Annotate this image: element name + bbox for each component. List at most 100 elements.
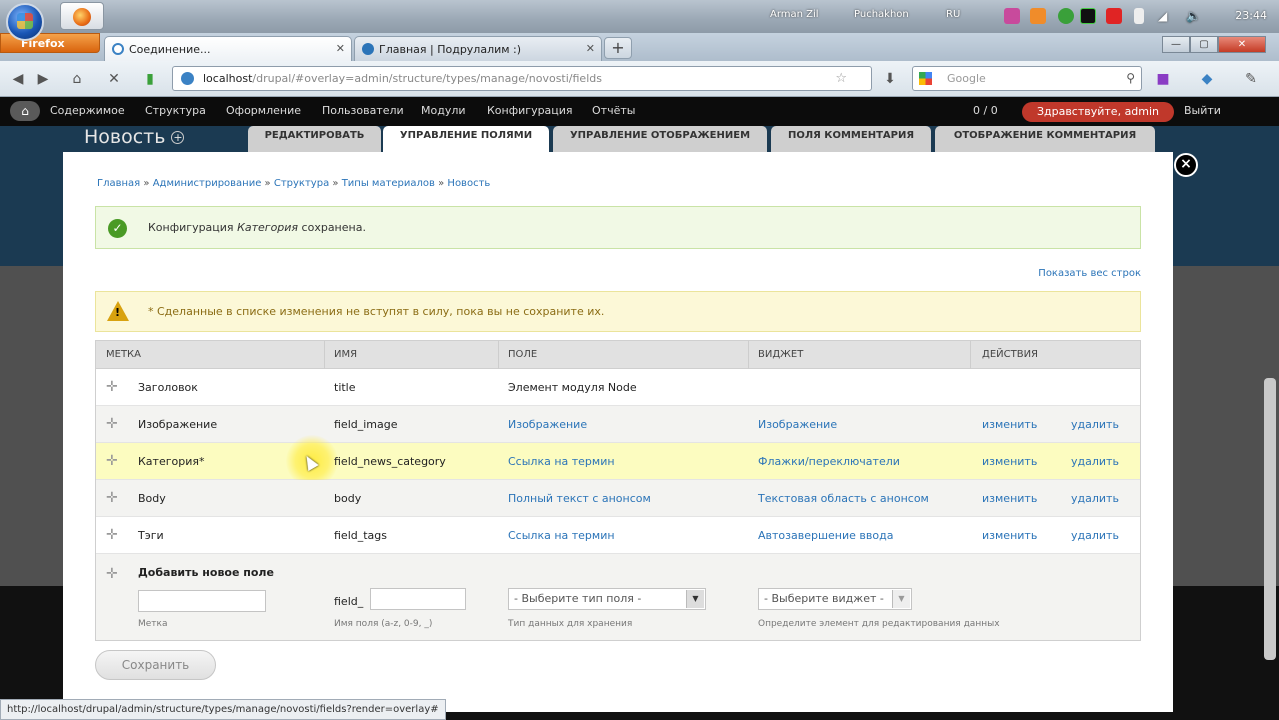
tab-edit[interactable]: РЕДАКТИРОВАТЬ — [248, 126, 381, 152]
toolbar-menu-item[interactable]: Структура — [145, 104, 206, 117]
toolbar-menu-item[interactable]: Пользователи — [322, 104, 404, 117]
delete-link[interactable]: удалить — [1071, 492, 1119, 505]
new-tab-button[interactable]: + — [604, 37, 632, 59]
search-icon[interactable]: ⚲ — [1126, 67, 1135, 90]
drag-handle-icon[interactable]: ✛ — [106, 528, 118, 542]
drag-handle-icon[interactable]: ✛ — [106, 417, 118, 431]
firefox-task-icon[interactable] — [60, 2, 104, 30]
warning-text: * Сделанные в списке изменения не вступя… — [148, 305, 605, 318]
widget-link[interactable]: Изображение — [758, 418, 837, 431]
field-type-link[interactable]: Изображение — [508, 418, 587, 431]
signal-icon[interactable]: ▮ — [140, 68, 160, 90]
google-icon[interactable] — [919, 72, 932, 85]
tray-app-icon[interactable] — [1080, 8, 1096, 24]
browser-tab[interactable]: Соединение... ✕ — [104, 36, 352, 61]
drag-handle-icon[interactable]: ✛ — [106, 380, 118, 394]
overlay-content: Главная » Администрирование » Структура … — [63, 152, 1173, 712]
scrollbar[interactable] — [1264, 378, 1276, 660]
column-header: ПОЛЕ — [508, 349, 538, 360]
url-input[interactable]: localhost/drupal/#overlay=admin/structur… — [172, 66, 872, 91]
chevron-down-icon[interactable]: ▼ — [686, 590, 704, 608]
tab-comment-display[interactable]: ОТОБРАЖЕНИЕ КОММЕНТАРИЯ — [935, 126, 1155, 152]
tray-app-icon[interactable] — [1004, 8, 1020, 24]
browser-tab-strip: Соединение... ✕ Главная | Подрулалим :) … — [0, 33, 1279, 61]
chevron-down-icon[interactable]: ▼ — [892, 590, 910, 608]
delete-link[interactable]: удалить — [1071, 455, 1119, 468]
addon-icon[interactable]: ■ — [1152, 68, 1174, 90]
addon-icon[interactable]: ◆ — [1196, 68, 1218, 90]
minimize-button[interactable]: — — [1162, 36, 1190, 53]
widget-link[interactable]: Текстовая область с анонсом — [758, 492, 929, 505]
bookmark-star-icon[interactable]: ☆ — [835, 67, 847, 90]
edit-link[interactable]: изменить — [982, 529, 1037, 542]
stop-icon[interactable]: ✕ — [104, 68, 124, 90]
search-input[interactable]: Google ⚲ — [912, 66, 1142, 91]
new-field-label-input[interactable] — [138, 590, 266, 612]
os-taskbar: Arman Zil Puchakhon RU ◢ 🔈 23:44 — [0, 0, 1279, 41]
home-icon[interactable]: ⌂ — [66, 68, 88, 90]
tab-comment-fields[interactable]: ПОЛЯ КОММЕНТАРИЯ — [771, 126, 931, 152]
page-title: Новость — [84, 126, 166, 148]
site-identity-icon[interactable] — [181, 72, 194, 85]
add-shortcut-icon[interactable]: + — [171, 131, 185, 144]
field-type-select[interactable]: - Выберите тип поля - ▼ — [508, 588, 706, 610]
edit-link[interactable]: изменить — [982, 492, 1037, 505]
toolbar-menu-icon[interactable]: ✎ — [1236, 68, 1266, 90]
delete-link[interactable]: удалить — [1071, 418, 1119, 431]
delete-link[interactable]: удалить — [1071, 529, 1119, 542]
tab-manage-fields[interactable]: УПРАВЛЕНИЕ ПОЛЯМИ — [383, 126, 549, 154]
breadcrumb-link[interactable]: Администрирование — [153, 178, 262, 189]
user-greeting-link[interactable]: Здравствуйте, admin — [1022, 102, 1174, 122]
check-icon: ✓ — [108, 219, 127, 238]
download-icon[interactable]: ⬇ — [878, 68, 902, 90]
toolbar-menu-item[interactable]: Содержимое — [50, 104, 125, 117]
tray-app-icon[interactable] — [1058, 8, 1074, 24]
keyboard-layout[interactable]: RU — [946, 9, 960, 20]
browser-tab[interactable]: Главная | Подрулалим :) ✕ — [354, 36, 602, 61]
breadcrumb-link[interactable]: Главная — [97, 178, 140, 189]
forward-icon[interactable]: ▶ — [34, 68, 52, 90]
toolbar-menu-item[interactable]: Модули — [421, 104, 466, 117]
drag-handle-icon[interactable]: ✛ — [106, 567, 118, 581]
close-window-button[interactable]: ✕ — [1218, 36, 1266, 53]
tray-app-icon[interactable] — [1030, 8, 1046, 24]
tab-manage-display[interactable]: УПРАВЛЕНИЕ ОТОБРАЖЕНИЕМ — [553, 126, 767, 152]
loading-icon — [112, 43, 124, 55]
breadcrumb-link[interactable]: Новость — [447, 178, 490, 189]
clock[interactable]: 23:44 — [1235, 9, 1267, 22]
field-name: field_tags — [334, 529, 388, 542]
breadcrumb-link[interactable]: Типы материалов — [342, 178, 435, 189]
maximize-button[interactable]: ▢ — [1190, 36, 1218, 53]
save-button[interactable]: Сохранить — [95, 650, 216, 680]
status-text: Конфигурация Категория сохранена. — [148, 221, 366, 234]
home-icon[interactable]: ⌂ — [10, 101, 40, 121]
field-type-link[interactable]: Ссылка на термин — [508, 529, 615, 542]
battery-icon[interactable] — [1134, 8, 1144, 24]
field-type-link[interactable]: Полный текст с анонсом — [508, 492, 651, 505]
drag-handle-icon[interactable]: ✛ — [106, 491, 118, 505]
widget-link[interactable]: Флажки/переключатели — [758, 455, 900, 468]
close-overlay-button[interactable]: × — [1174, 153, 1198, 177]
widget-link[interactable]: Автозавершение ввода — [758, 529, 893, 542]
edit-link[interactable]: изменить — [982, 455, 1037, 468]
field-type-link[interactable]: Ссылка на термин — [508, 455, 615, 468]
drag-handle-icon[interactable]: ✛ — [106, 454, 118, 468]
volume-icon[interactable]: 🔈 — [1186, 9, 1201, 23]
toolbar-menu-item[interactable]: Отчёты — [592, 104, 635, 117]
edit-link[interactable]: изменить — [982, 418, 1037, 431]
widget-select[interactable]: - Выберите виджет - ▼ — [758, 588, 912, 610]
field-label: Категория* — [138, 455, 205, 468]
start-menu-icon[interactable] — [6, 3, 44, 41]
network-icon[interactable]: ◢ — [1158, 9, 1167, 23]
tab-title: Главная | Подрулалим :) — [379, 43, 522, 56]
show-row-weights-link[interactable]: Показать вес строк — [1038, 268, 1141, 279]
toolbar-menu-item[interactable]: Оформление — [226, 104, 301, 117]
new-field-name-input[interactable] — [370, 588, 466, 610]
breadcrumb-link[interactable]: Структура — [274, 178, 329, 189]
back-icon[interactable]: ◀ — [6, 68, 30, 90]
toolbar-menu-item[interactable]: Конфигурация — [487, 104, 573, 117]
logout-link[interactable]: Выйти — [1184, 104, 1221, 117]
tray-app-icon[interactable] — [1106, 8, 1122, 24]
close-tab-icon[interactable]: ✕ — [586, 42, 595, 55]
close-tab-icon[interactable]: ✕ — [336, 42, 345, 55]
